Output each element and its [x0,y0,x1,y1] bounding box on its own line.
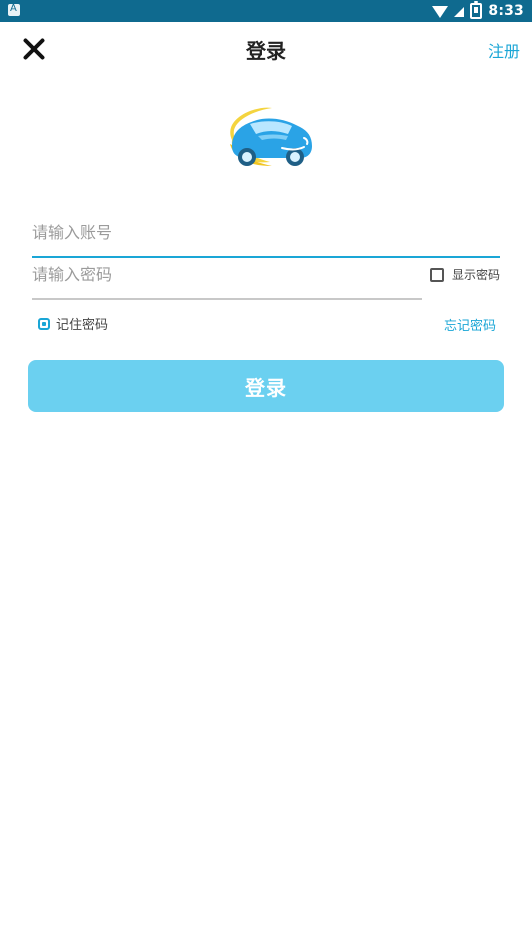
show-password-label: 显示密码 [452,268,501,282]
password-input[interactable] [32,254,422,300]
register-link[interactable]: 注册 [488,38,520,62]
forgot-password-link[interactable]: 忘记密码 [444,315,496,334]
status-bar: 8:33 [0,0,532,22]
remember-password-checkbox[interactable] [38,317,50,330]
top-bar: 登录 注册 [0,22,532,76]
status-time: 8:33 [488,3,524,19]
notification-icon [8,3,20,16]
wifi-icon [432,6,449,18]
show-password-toggle[interactable]: 显示密码 [430,266,500,283]
login-button[interactable]: 登录 [28,360,504,412]
remember-password-label: 记住密码 [56,318,109,333]
battery-icon [470,1,483,19]
page-title: 登录 [246,39,286,63]
status-icons: 8:33 [432,1,524,20]
remember-password-toggle[interactable]: 记住密码 [38,314,108,333]
car-logo-icon [212,100,322,180]
account-input[interactable] [32,212,500,258]
show-password-checkbox[interactable] [430,267,444,282]
signal-icon [454,7,465,17]
